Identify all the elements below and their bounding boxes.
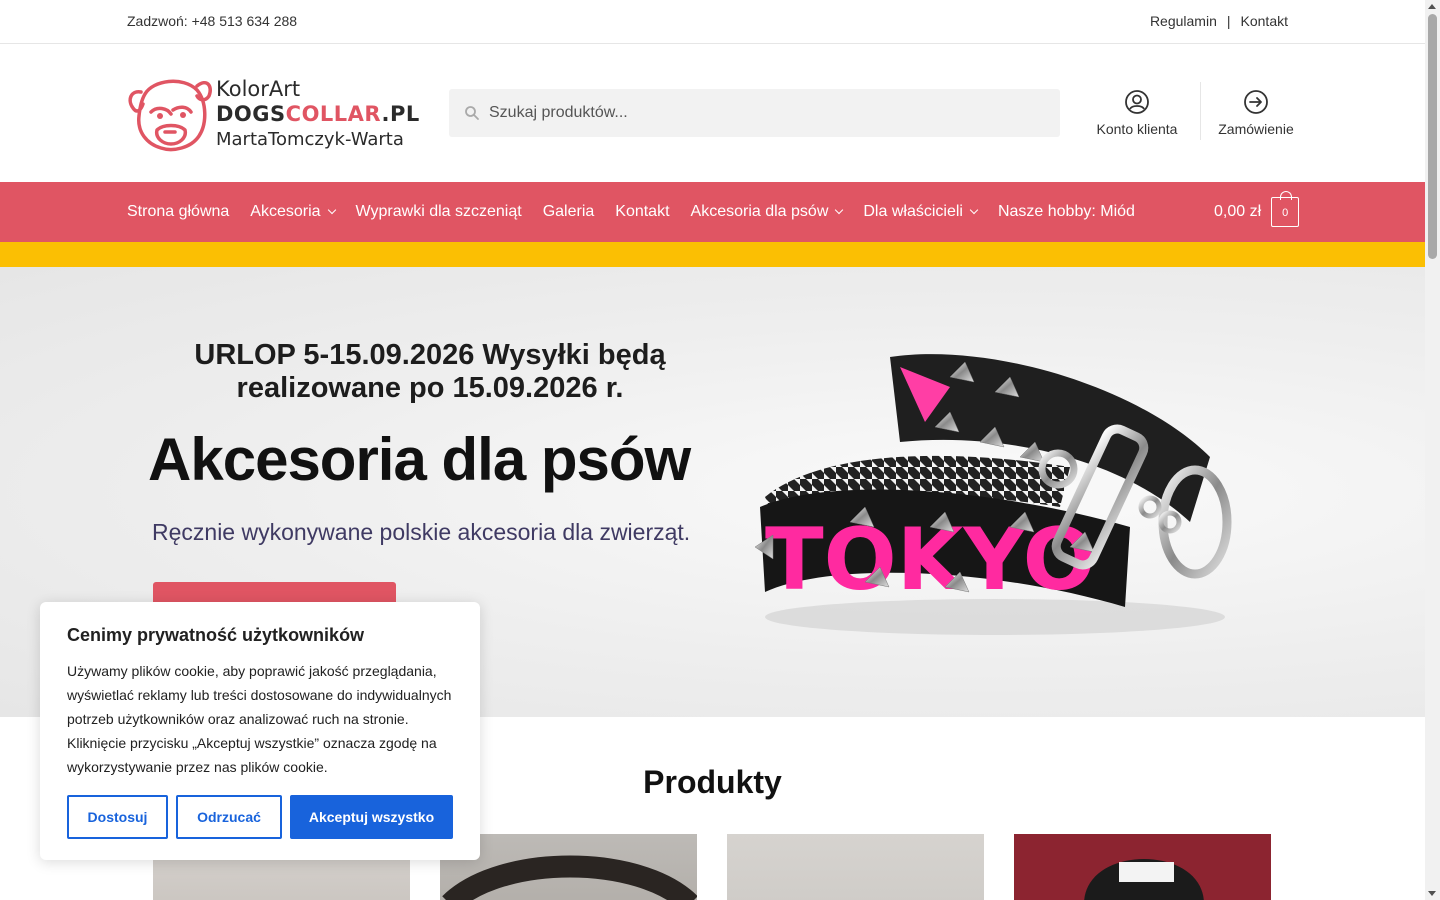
nav-item-home[interactable]: Strona główna (127, 203, 229, 221)
main-navigation: Strona główna Akcesoria Wyprawki dla szc… (0, 182, 1425, 242)
hero-subtitle: Ręcznie wykonywane polskie akcesoria dla… (152, 519, 691, 545)
cookie-message: Używamy plików cookie, aby poprawić jako… (67, 663, 452, 775)
page-scrollbar[interactable] (1425, 0, 1440, 900)
accent-bar (0, 242, 1425, 267)
logo-collar: COLLAR (285, 102, 382, 126)
user-circle-icon (1125, 90, 1149, 114)
nav-label: Galeria (542, 203, 595, 220)
nav-item-miod[interactable]: Nasze hobby: Miód (998, 203, 1135, 221)
logo-text: KolorArt DOGSCOLLAR.PL MartaTomczyk-Wart… (216, 77, 420, 152)
nav-item-akcesoria[interactable]: Akcesoria (250, 203, 336, 221)
site-logo[interactable]: KolorArt DOGSCOLLAR.PL MartaTomczyk-Wart… (127, 72, 419, 154)
logo-pl: .PL (381, 102, 420, 126)
chevron-down-icon (969, 205, 979, 215)
link-separator: | (1226, 13, 1231, 29)
cookie-customize-button[interactable]: Dostosuj (67, 795, 168, 839)
nav-label: Nasze hobby: Miód (997, 203, 1135, 220)
cookie-reject-button[interactable]: Odrzucać (176, 795, 282, 839)
top-links: Regulamin | Kontakt (1150, 13, 1288, 29)
order-button[interactable]: Zamówienie (1201, 84, 1311, 144)
cookie-consent-dialog: Cenimy prywatność użytkowników Używamy p… (40, 602, 480, 860)
scroll-up-arrow-icon[interactable] (1428, 4, 1436, 9)
product-card[interactable] (727, 834, 984, 900)
logo-line-3: MartaTomczyk-Warta (216, 129, 404, 150)
nav-item-galeria[interactable]: Galeria (543, 203, 595, 221)
nav-label: Dla właścicieli (863, 203, 963, 220)
kontakt-link[interactable]: Kontakt (1241, 13, 1288, 29)
order-label: Zamówienie (1218, 121, 1294, 137)
nav-label: Akcesoria dla psów (690, 203, 829, 220)
bulldog-logo-icon (128, 79, 212, 152)
logo-line-2: DOGSCOLLAR.PL (216, 102, 420, 127)
logo-dogs: DOGS (216, 102, 286, 126)
vacation-notice: URLOP 5-15.09.2026 Wysyłki będą realizow… (194, 339, 666, 404)
nav-menu: Strona główna Akcesoria Wyprawki dla szc… (127, 182, 1156, 242)
nav-item-akcesoria-dla-psow[interactable]: Akcesoria dla psów (690, 203, 844, 221)
cart-button[interactable]: 0,00 zł 0 (1214, 182, 1300, 242)
product-card[interactable] (1014, 834, 1271, 900)
search-icon (465, 106, 479, 120)
account-label: Konto klienta (1096, 121, 1178, 137)
phone-number: Zadzwoń: +48 513 634 288 (127, 13, 298, 29)
scroll-thumb[interactable] (1428, 14, 1437, 259)
nav-label: Akcesoria (250, 203, 321, 220)
cart-bag-icon: 0 (1271, 191, 1300, 227)
arrow-circle-right-icon (1244, 90, 1268, 114)
cart-count: 0 (1282, 207, 1289, 219)
dog-collar-image: TOKYO (754, 354, 1232, 635)
nav-item-dla-wlascicieli[interactable]: Dla właścicieli (863, 203, 979, 221)
cookie-accept-button[interactable]: Akceptuj wszystko (290, 795, 453, 839)
nav-label: Strona główna (127, 203, 230, 220)
cart-total: 0,00 zł (1214, 203, 1262, 220)
regulamin-link[interactable]: Regulamin (1150, 13, 1217, 29)
account-button[interactable]: Konto klienta (1082, 84, 1192, 144)
nav-label: Wyprawki dla szczeniąt (355, 203, 522, 220)
chevron-down-icon (835, 205, 844, 215)
site-header: KolorArt DOGSCOLLAR.PL MartaTomczyk-Wart… (0, 44, 1425, 182)
nav-label: Kontakt (615, 203, 670, 220)
scroll-down-arrow-icon[interactable] (1428, 891, 1436, 896)
product-image (1014, 834, 1271, 900)
logo-line-1: KolorArt (216, 77, 301, 101)
top-bar: Zadzwoń: +48 513 634 288 Regulamin | Kon… (0, 0, 1425, 44)
product-search (449, 89, 1060, 137)
nav-item-kontakt[interactable]: Kontakt (615, 203, 669, 221)
collar-print-text: TOKYO (765, 510, 1096, 610)
nav-item-wyprawki[interactable]: Wyprawki dla szczeniąt (356, 203, 522, 221)
hero-title: Akcesoria dla psów (148, 426, 691, 493)
cookie-title: Cenimy prywatność użytkowników (67, 625, 365, 645)
search-input[interactable] (489, 89, 1049, 137)
chevron-down-icon (327, 205, 336, 215)
